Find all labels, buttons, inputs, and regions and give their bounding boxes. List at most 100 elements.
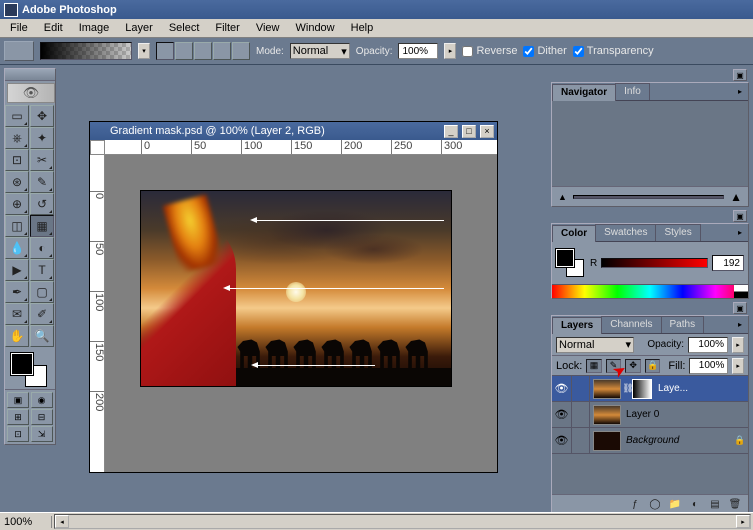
color-swatch-pair[interactable] bbox=[556, 249, 584, 277]
layer-row-layer0[interactable]: 👁 Layer 0 bbox=[552, 402, 748, 428]
color-collapse-button[interactable]: ▣ bbox=[733, 210, 747, 222]
vertical-ruler[interactable]: 0 50 100 150 200 bbox=[90, 155, 105, 472]
navigator-menu-icon[interactable]: ▸ bbox=[734, 85, 746, 97]
gradient-picker-dropdown[interactable]: ▾ bbox=[138, 43, 150, 59]
new-set-button[interactable]: 📁 bbox=[666, 498, 684, 512]
layer-thumbnail[interactable] bbox=[593, 379, 621, 399]
foreground-color-swatch[interactable] bbox=[11, 353, 33, 375]
layer-row-background[interactable]: 👁 Background 🔒 bbox=[552, 428, 748, 454]
toolbox-grip[interactable] bbox=[5, 69, 55, 81]
reverse-checkbox[interactable]: Reverse bbox=[462, 45, 517, 57]
history-brush-tool[interactable]: ↺ bbox=[30, 193, 54, 215]
link-toggle[interactable] bbox=[572, 402, 590, 427]
tool-preset-picker[interactable] bbox=[4, 41, 34, 61]
crop-tool[interactable]: ⊡ bbox=[5, 149, 29, 171]
tab-styles[interactable]: Styles bbox=[655, 224, 700, 241]
opacity-flyout[interactable]: ▸ bbox=[444, 43, 456, 59]
hand-tool[interactable]: ✋ bbox=[5, 325, 29, 347]
type-tool[interactable]: T bbox=[30, 259, 54, 281]
pen-tool[interactable]: ✒ bbox=[5, 281, 29, 303]
link-toggle[interactable] bbox=[572, 428, 590, 453]
layer-fill-flyout[interactable]: ▸ bbox=[732, 358, 744, 374]
screen-full-button[interactable]: ⊡ bbox=[7, 426, 29, 442]
delete-layer-button[interactable]: 🗑 bbox=[726, 498, 744, 512]
navigator-collapse-button[interactable]: ▣ bbox=[733, 69, 747, 81]
menu-layer[interactable]: Layer bbox=[117, 20, 161, 36]
screen-fullmenu-button[interactable]: ⊟ bbox=[31, 409, 53, 425]
layer-opacity-field[interactable]: 100% bbox=[688, 337, 728, 353]
lock-transparent-button[interactable]: ▦ bbox=[586, 359, 602, 373]
layers-menu-icon[interactable]: ▸ bbox=[734, 318, 746, 330]
visibility-toggle[interactable]: 👁 bbox=[552, 428, 572, 453]
eyedropper-tool[interactable]: ✐ bbox=[30, 303, 54, 325]
layer-thumbnail[interactable] bbox=[593, 431, 621, 451]
visibility-toggle[interactable]: 👁 bbox=[552, 402, 572, 427]
tab-color[interactable]: Color bbox=[552, 225, 596, 242]
layer-mask-thumbnail[interactable] bbox=[632, 379, 652, 399]
tab-swatches[interactable]: Swatches bbox=[595, 224, 656, 241]
layer-fill-field[interactable]: 100% bbox=[689, 358, 728, 374]
screen-standard-button[interactable]: ⊞ bbox=[7, 409, 29, 425]
lasso-tool[interactable]: ⎈ bbox=[5, 127, 29, 149]
menu-filter[interactable]: Filter bbox=[207, 20, 247, 36]
tab-paths[interactable]: Paths bbox=[661, 316, 705, 333]
layer-opacity-flyout[interactable]: ▸ bbox=[732, 337, 744, 353]
document-titlebar[interactable]: Gradient mask.psd @ 100% (Layer 2, RGB) … bbox=[90, 122, 497, 140]
gradient-diamond-button[interactable] bbox=[232, 42, 250, 60]
tab-info[interactable]: Info bbox=[615, 83, 650, 100]
layer-row-layer2[interactable]: 👁 ⛓ Laye... bbox=[552, 376, 748, 402]
layers-collapse-button[interactable]: ▣ bbox=[733, 302, 747, 314]
zoom-slider[interactable] bbox=[573, 195, 724, 199]
tab-navigator[interactable]: Navigator bbox=[552, 84, 616, 101]
zoom-tool[interactable]: 🔍 bbox=[30, 325, 54, 347]
notes-tool[interactable]: ✉ bbox=[5, 303, 29, 325]
photoshop-logo[interactable] bbox=[7, 83, 55, 103]
standard-mode-button[interactable]: ▣ bbox=[7, 392, 29, 408]
color-menu-icon[interactable]: ▸ bbox=[734, 226, 746, 238]
layer-style-button[interactable]: ƒ bbox=[626, 498, 644, 512]
lock-position-button[interactable]: ✥ bbox=[625, 359, 641, 373]
eraser-tool[interactable]: ◫ bbox=[5, 215, 29, 237]
menu-edit[interactable]: Edit bbox=[36, 20, 71, 36]
lock-image-button[interactable]: ✎ bbox=[606, 359, 622, 373]
menu-window[interactable]: Window bbox=[288, 20, 343, 36]
mask-link-icon[interactable]: ⛓ bbox=[624, 383, 632, 394]
layer-name[interactable]: Layer 0 bbox=[624, 409, 748, 420]
magic-wand-tool[interactable]: ✦ bbox=[30, 127, 54, 149]
menu-file[interactable]: File bbox=[2, 20, 36, 36]
gradient-linear-button[interactable] bbox=[156, 42, 174, 60]
link-toggle[interactable] bbox=[572, 376, 590, 401]
color-fg-swatch[interactable] bbox=[556, 249, 574, 267]
opacity-field[interactable]: 100% bbox=[398, 43, 438, 59]
lock-all-button[interactable]: 🔒 bbox=[645, 359, 661, 373]
gradient-tool[interactable]: ▦ bbox=[30, 215, 54, 237]
adjustment-layer-button[interactable]: ◐ bbox=[686, 498, 704, 512]
zoom-in-icon[interactable]: ▲ bbox=[730, 190, 742, 204]
menu-select[interactable]: Select bbox=[161, 20, 208, 36]
layer-name[interactable]: Background bbox=[624, 435, 734, 446]
tab-layers[interactable]: Layers bbox=[552, 317, 602, 334]
dither-checkbox[interactable]: Dither bbox=[523, 45, 566, 57]
path-selection-tool[interactable]: ▶ bbox=[5, 259, 29, 281]
visibility-toggle[interactable]: 👁 bbox=[552, 376, 572, 401]
move-tool[interactable]: ✥ bbox=[30, 105, 54, 127]
maximize-button[interactable]: □ bbox=[462, 125, 476, 138]
ruler-origin[interactable] bbox=[90, 140, 105, 155]
scroll-right-button[interactable]: ▸ bbox=[736, 515, 750, 528]
tab-channels[interactable]: Channels bbox=[601, 316, 661, 333]
layer-name[interactable]: Laye... bbox=[656, 383, 748, 394]
gradient-reflected-button[interactable] bbox=[213, 42, 231, 60]
brush-tool[interactable]: ✎ bbox=[30, 171, 54, 193]
menu-view[interactable]: View bbox=[248, 20, 288, 36]
stamp-tool[interactable]: ⊕ bbox=[5, 193, 29, 215]
layer-thumbnail[interactable] bbox=[593, 405, 621, 425]
jump-to-imageready-button[interactable]: ⇲ bbox=[31, 426, 53, 442]
horizontal-scrollbar[interactable]: ◂ ▸ bbox=[54, 514, 751, 529]
menu-image[interactable]: Image bbox=[71, 20, 118, 36]
blur-tool[interactable]: 💧 bbox=[5, 237, 29, 259]
gradient-picker[interactable] bbox=[40, 42, 132, 60]
transparency-checkbox[interactable]: Transparency bbox=[573, 45, 654, 57]
r-slider[interactable] bbox=[601, 258, 708, 268]
healing-brush-tool[interactable]: ⊛ bbox=[5, 171, 29, 193]
new-layer-button[interactable]: ▤ bbox=[706, 498, 724, 512]
